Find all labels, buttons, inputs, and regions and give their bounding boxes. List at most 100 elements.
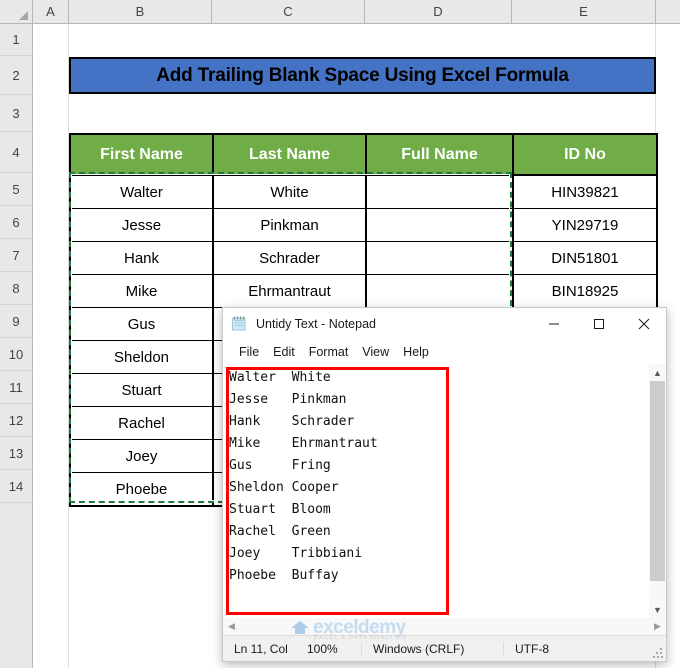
row-header-1[interactable]: 1 bbox=[0, 24, 33, 56]
scroll-up-icon[interactable]: ▲ bbox=[649, 364, 666, 381]
status-zoom-level[interactable]: 100% bbox=[296, 642, 361, 656]
cell-full-name[interactable] bbox=[365, 208, 514, 242]
table-row: Mike Ehrmantraut BIN18925 bbox=[69, 274, 658, 308]
cell-full-name[interactable] bbox=[365, 274, 514, 308]
menu-item-view[interactable]: View bbox=[355, 343, 396, 361]
cell-full-name[interactable] bbox=[365, 174, 514, 209]
column-header-e[interactable]: E bbox=[512, 0, 656, 23]
row-header-label: 9 bbox=[12, 314, 20, 329]
cell-id-no[interactable]: DIN51801 bbox=[512, 241, 658, 275]
cell-id-no[interactable]: YIN29719 bbox=[512, 208, 658, 242]
row-header-label: 2 bbox=[12, 68, 20, 83]
scroll-down-icon[interactable]: ▼ bbox=[649, 601, 666, 618]
scroll-right-icon[interactable]: ▶ bbox=[649, 618, 666, 635]
row-header-7[interactable]: 7 bbox=[0, 239, 33, 272]
column-header-f[interactable] bbox=[656, 0, 680, 23]
scroll-left-icon[interactable]: ◀ bbox=[223, 618, 240, 635]
cell-last-name[interactable]: Ehrmantraut bbox=[212, 274, 367, 308]
cell-first-name[interactable]: Joey bbox=[69, 439, 214, 473]
row-header-8[interactable]: 8 bbox=[0, 272, 33, 305]
column-header-row: A B C D E bbox=[0, 0, 680, 24]
column-id-no[interactable]: ID No bbox=[512, 133, 658, 176]
menu-item-edit[interactable]: Edit bbox=[266, 343, 302, 361]
select-all-triangle-icon bbox=[19, 11, 28, 20]
row-header-label: 5 bbox=[12, 182, 20, 197]
row-header-6[interactable]: 6 bbox=[0, 206, 33, 239]
table-header-row: First Name Last Name Full Name ID No bbox=[69, 133, 658, 176]
cell-first-name[interactable]: Walter bbox=[69, 174, 214, 209]
cell-full-name[interactable] bbox=[365, 241, 514, 275]
table-row: Jesse Pinkman YIN29719 bbox=[69, 208, 658, 242]
notepad-body: Walter White Jesse Pinkman Hank Schrader… bbox=[223, 364, 666, 618]
status-line-ending[interactable]: Windows (CRLF) bbox=[361, 641, 503, 656]
screenshot-root: A B C D E 1 2 3 4 5 6 7 8 9 10 11 12 13 … bbox=[0, 0, 680, 668]
row-header-label: 12 bbox=[8, 413, 24, 428]
cell-last-name[interactable]: White bbox=[212, 174, 367, 209]
maximize-icon[interactable] bbox=[576, 308, 621, 339]
row-header-label: 7 bbox=[12, 248, 20, 263]
notepad-text-area[interactable]: Walter White Jesse Pinkman Hank Schrader… bbox=[223, 364, 648, 618]
table-row: Hank Schrader DIN51801 bbox=[69, 241, 658, 275]
status-cursor-position: Ln 11, Col bbox=[234, 641, 288, 656]
menu-item-file[interactable]: File bbox=[232, 343, 266, 361]
status-encoding[interactable]: UTF-8 bbox=[503, 641, 666, 656]
row-header-11[interactable]: 11 bbox=[0, 371, 33, 404]
row-header-label: 13 bbox=[8, 446, 24, 461]
column-header-c[interactable]: C bbox=[212, 0, 365, 23]
row-header-label: 1 bbox=[12, 32, 20, 47]
row-header-label: 11 bbox=[9, 380, 23, 395]
cell-first-name[interactable]: Rachel bbox=[69, 406, 214, 440]
cell-last-name[interactable]: Schrader bbox=[212, 241, 367, 275]
title-banner-text: Add Trailing Blank Space Using Excel For… bbox=[156, 64, 569, 86]
row-header-5[interactable]: 5 bbox=[0, 173, 33, 206]
notepad-menu-bar: File Edit Format View Help bbox=[223, 339, 666, 364]
cell-first-name[interactable]: Gus bbox=[69, 307, 214, 341]
row-header-label: 3 bbox=[12, 106, 20, 121]
row-header-2[interactable]: 2 bbox=[0, 56, 33, 95]
cell-first-name[interactable]: Stuart bbox=[69, 373, 214, 407]
row-header-9[interactable]: 9 bbox=[0, 305, 33, 338]
column-header-b[interactable]: B bbox=[69, 0, 212, 23]
notepad-title-bar[interactable]: Untidy Text - Notepad bbox=[223, 308, 666, 339]
cell-first-name[interactable]: Phoebe bbox=[69, 472, 214, 507]
row-header-label: 8 bbox=[12, 281, 20, 296]
menu-item-help[interactable]: Help bbox=[396, 343, 436, 361]
cell-first-name[interactable]: Hank bbox=[69, 241, 214, 275]
minimize-icon[interactable] bbox=[531, 308, 576, 339]
row-header-14[interactable]: 14 bbox=[0, 470, 33, 503]
notepad-title-text: Untidy Text - Notepad bbox=[256, 316, 376, 331]
column-first-name[interactable]: First Name bbox=[69, 133, 214, 176]
row-header-blank bbox=[0, 503, 33, 668]
row-header-12[interactable]: 12 bbox=[0, 404, 33, 437]
notepad-status-bar: Ln 11, Col 100% Windows (CRLF) UTF-8 bbox=[223, 635, 666, 661]
row-header-label: 4 bbox=[12, 145, 20, 160]
cell-id-no[interactable]: BIN18925 bbox=[512, 274, 658, 308]
row-header-label: 6 bbox=[12, 215, 20, 230]
select-all-corner[interactable] bbox=[0, 0, 33, 23]
cell-first-name[interactable]: Sheldon bbox=[69, 340, 214, 374]
column-last-name[interactable]: Last Name bbox=[212, 133, 367, 176]
cell-id-no[interactable]: HIN39821 bbox=[512, 174, 658, 209]
column-header-d[interactable]: D bbox=[365, 0, 512, 23]
row-header-label: 10 bbox=[8, 347, 24, 362]
close-icon[interactable] bbox=[621, 308, 666, 339]
title-banner: Add Trailing Blank Space Using Excel For… bbox=[69, 57, 656, 94]
cell-first-name[interactable]: Mike bbox=[69, 274, 214, 308]
cell-first-name[interactable]: Jesse bbox=[69, 208, 214, 242]
resize-grip-icon[interactable] bbox=[653, 648, 663, 658]
column-full-name[interactable]: Full Name bbox=[365, 133, 514, 176]
row-header-4[interactable]: 4 bbox=[0, 132, 33, 173]
table-row: Walter White HIN39821 bbox=[69, 174, 658, 209]
row-header-10[interactable]: 10 bbox=[0, 338, 33, 371]
row-header-label: 14 bbox=[8, 479, 24, 494]
cell-last-name[interactable]: Pinkman bbox=[212, 208, 367, 242]
notepad-icon bbox=[231, 315, 248, 332]
horizontal-scrollbar[interactable]: ◀ ▶ bbox=[223, 618, 666, 635]
vertical-scrollbar-thumb[interactable] bbox=[650, 381, 665, 581]
menu-item-format[interactable]: Format bbox=[302, 343, 356, 361]
row-header-3[interactable]: 3 bbox=[0, 95, 33, 132]
vertical-scrollbar[interactable]: ▲ ▼ bbox=[648, 364, 666, 618]
row-header-13[interactable]: 13 bbox=[0, 437, 33, 470]
column-header-a[interactable]: A bbox=[33, 0, 69, 23]
notepad-window: Untidy Text - Notepad File Edit Format V… bbox=[222, 307, 667, 662]
